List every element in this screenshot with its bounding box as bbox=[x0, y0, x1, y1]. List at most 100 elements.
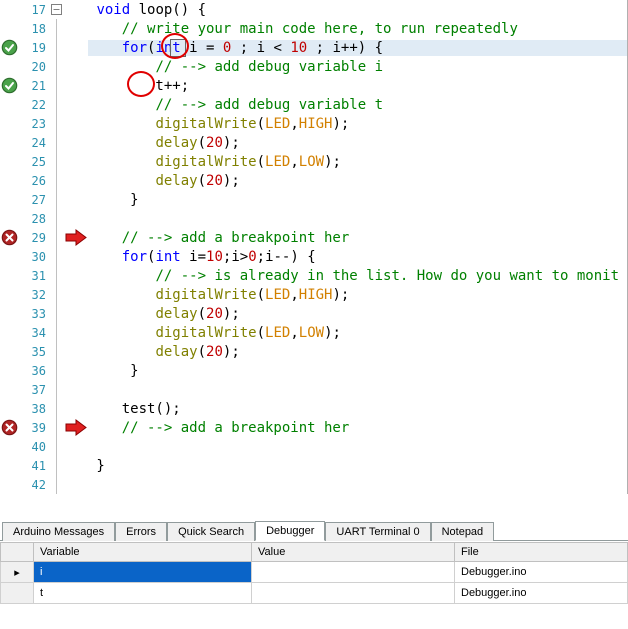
tab-quick-search[interactable]: Quick Search bbox=[167, 522, 255, 541]
breakpoint-gutter[interactable] bbox=[0, 228, 18, 247]
code-line[interactable]: 39 // --> add a breakpoint her bbox=[0, 418, 627, 437]
cell-value[interactable] bbox=[252, 583, 455, 604]
fold-gutter[interactable] bbox=[50, 437, 64, 456]
tracepoint-icon[interactable] bbox=[1, 77, 18, 94]
breakpoint-gutter[interactable] bbox=[0, 171, 18, 190]
code-content[interactable]: digitalWrite(LED,HIGH); bbox=[88, 116, 627, 132]
column-header[interactable]: Value bbox=[252, 543, 455, 562]
code-line[interactable]: 42 bbox=[0, 475, 627, 494]
fold-gutter[interactable] bbox=[50, 456, 64, 475]
code-line[interactable]: 30 for(int i=10;i>0;i--) { bbox=[0, 247, 627, 266]
code-line[interactable]: 40 bbox=[0, 437, 627, 456]
code-content[interactable]: } bbox=[88, 363, 627, 379]
code-line[interactable]: 25 digitalWrite(LED,LOW); bbox=[0, 152, 627, 171]
code-line[interactable]: 37 bbox=[0, 380, 627, 399]
breakpoint-gutter[interactable] bbox=[0, 475, 18, 494]
cell-value[interactable] bbox=[252, 562, 455, 583]
fold-gutter[interactable] bbox=[50, 114, 64, 133]
code-line[interactable]: 17 void loop() { bbox=[0, 0, 627, 19]
fold-gutter[interactable] bbox=[50, 171, 64, 190]
fold-gutter[interactable] bbox=[50, 209, 64, 228]
code-content[interactable]: // --> add debug variable i bbox=[88, 59, 627, 75]
breakpoint-gutter[interactable] bbox=[0, 399, 18, 418]
fold-toggle-icon[interactable] bbox=[51, 4, 62, 15]
code-content[interactable]: for(int i = 0 ; i < 10 ; i++) { bbox=[88, 40, 627, 56]
code-line[interactable]: 28 bbox=[0, 209, 627, 228]
code-content[interactable]: // write your main code here, to run rep… bbox=[88, 21, 627, 37]
code-line[interactable]: 18 // write your main code here, to run … bbox=[0, 19, 627, 38]
code-line[interactable]: 22 // --> add debug variable t bbox=[0, 95, 627, 114]
fold-gutter[interactable] bbox=[50, 304, 64, 323]
breakpoint-gutter[interactable] bbox=[0, 76, 18, 95]
cell-file[interactable]: Debugger.ino bbox=[455, 583, 628, 604]
fold-gutter[interactable] bbox=[50, 475, 64, 494]
breakpoint-gutter[interactable] bbox=[0, 380, 18, 399]
fold-gutter[interactable] bbox=[50, 19, 64, 38]
code-line[interactable]: 23 digitalWrite(LED,HIGH); bbox=[0, 114, 627, 133]
fold-gutter[interactable] bbox=[50, 380, 64, 399]
code-content[interactable]: void loop() { bbox=[88, 2, 627, 18]
breakpoint-gutter[interactable] bbox=[0, 209, 18, 228]
fold-gutter[interactable] bbox=[50, 399, 64, 418]
fold-gutter[interactable] bbox=[50, 266, 64, 285]
code-content[interactable]: } bbox=[88, 192, 627, 208]
breakpoint-gutter[interactable] bbox=[0, 0, 18, 19]
code-content[interactable]: delay(20); bbox=[88, 306, 627, 322]
code-content[interactable]: } bbox=[88, 458, 627, 474]
fold-gutter[interactable] bbox=[50, 342, 64, 361]
code-line[interactable]: 21 t++; bbox=[0, 76, 627, 95]
breakpoint-gutter[interactable] bbox=[0, 418, 18, 437]
code-line[interactable]: 26 delay(20); bbox=[0, 171, 627, 190]
tab-arduino-messages[interactable]: Arduino Messages bbox=[2, 522, 115, 541]
fold-gutter[interactable] bbox=[50, 38, 64, 57]
tab-uart-terminal-0[interactable]: UART Terminal 0 bbox=[325, 522, 430, 541]
breakpoint-icon[interactable] bbox=[1, 419, 18, 436]
code-content[interactable]: delay(20); bbox=[88, 173, 627, 189]
code-content[interactable]: digitalWrite(LED,HIGH); bbox=[88, 287, 627, 303]
cell-variable[interactable]: i bbox=[34, 562, 252, 583]
cell-file[interactable]: Debugger.ino bbox=[455, 562, 628, 583]
code-content[interactable]: t++; bbox=[88, 78, 627, 94]
breakpoint-gutter[interactable] bbox=[0, 19, 18, 38]
fold-gutter[interactable] bbox=[50, 247, 64, 266]
breakpoint-gutter[interactable] bbox=[0, 285, 18, 304]
code-line[interactable]: 33 delay(20); bbox=[0, 304, 627, 323]
code-editor[interactable]: 17 void loop() {18 // write your main co… bbox=[0, 0, 628, 494]
code-line[interactable]: 29 // --> add a breakpoint her bbox=[0, 228, 627, 247]
tab-notepad[interactable]: Notepad bbox=[431, 522, 495, 541]
code-content[interactable]: digitalWrite(LED,LOW); bbox=[88, 325, 627, 341]
cell-variable[interactable]: t bbox=[34, 583, 252, 604]
column-header[interactable]: File bbox=[455, 543, 628, 562]
code-line[interactable]: 36 } bbox=[0, 361, 627, 380]
breakpoint-gutter[interactable] bbox=[0, 456, 18, 475]
breakpoint-gutter[interactable] bbox=[0, 57, 18, 76]
breakpoint-gutter[interactable] bbox=[0, 95, 18, 114]
breakpoint-gutter[interactable] bbox=[0, 437, 18, 456]
table-row[interactable]: t Debugger.ino bbox=[1, 583, 628, 604]
fold-gutter[interactable] bbox=[50, 190, 64, 209]
breakpoint-gutter[interactable] bbox=[0, 247, 18, 266]
breakpoint-gutter[interactable] bbox=[0, 190, 18, 209]
fold-gutter[interactable] bbox=[50, 57, 64, 76]
fold-gutter[interactable] bbox=[50, 133, 64, 152]
fold-gutter[interactable] bbox=[50, 152, 64, 171]
code-line[interactable]: 31 // --> is already in the list. How do… bbox=[0, 266, 627, 285]
tab-errors[interactable]: Errors bbox=[115, 522, 167, 541]
code-content[interactable]: // --> add a breakpoint her bbox=[88, 230, 627, 246]
breakpoint-gutter[interactable] bbox=[0, 323, 18, 342]
code-content[interactable]: digitalWrite(LED,LOW); bbox=[88, 154, 627, 170]
breakpoint-gutter[interactable] bbox=[0, 342, 18, 361]
code-line[interactable]: 24 delay(20); bbox=[0, 133, 627, 152]
code-content[interactable]: delay(20); bbox=[88, 344, 627, 360]
code-content[interactable]: // --> add debug variable t bbox=[88, 97, 627, 113]
code-line[interactable]: 19 for(int i = 0 ; i < 10 ; i++) { bbox=[0, 38, 627, 57]
breakpoint-gutter[interactable] bbox=[0, 266, 18, 285]
code-content[interactable]: for(int i=10;i>0;i--) { bbox=[88, 249, 627, 265]
tab-debugger[interactable]: Debugger bbox=[255, 521, 325, 541]
code-line[interactable]: 41 } bbox=[0, 456, 627, 475]
breakpoint-gutter[interactable] bbox=[0, 38, 18, 57]
code-line[interactable]: 38 test(); bbox=[0, 399, 627, 418]
breakpoint-gutter[interactable] bbox=[0, 361, 18, 380]
column-header[interactable]: Variable bbox=[34, 543, 252, 562]
fold-gutter[interactable] bbox=[50, 361, 64, 380]
